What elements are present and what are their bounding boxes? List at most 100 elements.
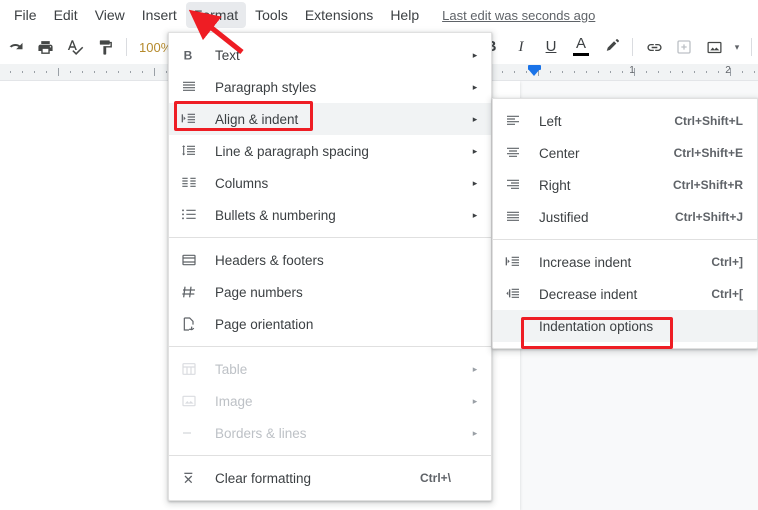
redo-icon[interactable] [2, 34, 28, 60]
ruler-tick [754, 71, 755, 73]
submenu-arrow-icon: ▸ [472, 145, 478, 156]
menu-item-label: Text [215, 47, 240, 63]
menu-item-image: Image ▸ [169, 385, 491, 417]
menu-separator [169, 237, 491, 238]
menu-bar-item-tools[interactable]: Tools [247, 2, 296, 28]
ruler-tick [22, 71, 23, 73]
menu-item-indentation-options[interactable]: Indentation options [493, 310, 757, 342]
menu-item-shortcut: Ctrl+Shift+R [672, 178, 743, 192]
ruler-tick [526, 71, 527, 73]
ruler-tick [718, 71, 719, 73]
submenu-arrow-icon: ▸ [472, 177, 478, 188]
ruler-tick [34, 71, 35, 73]
menu-bar-item-format[interactable]: Format [185, 2, 247, 28]
menu-item-line-paragraph-spacing[interactable]: Line & paragraph spacing ▸ [169, 135, 491, 167]
menu-item-align-indent[interactable]: Align & indent ▸ [169, 103, 491, 135]
menu-item-shortcut: Ctrl+[ [711, 287, 743, 301]
menu-item-page-orientation[interactable]: Page orientation [169, 308, 491, 340]
indent-marker-triangle [528, 69, 540, 76]
submenu-arrow-icon: ▸ [472, 363, 478, 374]
insert-link-icon[interactable] [641, 34, 667, 60]
submenu-arrow-icon: ▸ [472, 49, 478, 60]
spelling-check-icon[interactable] [62, 34, 88, 60]
menu-item-text[interactable]: B Text ▸ [169, 39, 491, 71]
menu-bar-item-file[interactable]: File [6, 2, 45, 28]
ruler-tick [58, 68, 59, 76]
ruler-tick [742, 71, 743, 73]
image-icon [181, 391, 211, 411]
ruler-tick [502, 71, 503, 73]
insert-image-icon[interactable] [701, 34, 727, 60]
menu-item-shortcut: Ctrl+Shift+L [674, 114, 743, 128]
italic-button[interactable]: I [508, 34, 534, 60]
menu-item-decrease-indent[interactable]: Decrease indent Ctrl+[ [493, 278, 757, 310]
menu-item-label: Headers & footers [215, 252, 324, 268]
menu-bar-item-help[interactable]: Help [382, 2, 427, 28]
paragraph-styles-icon [181, 77, 211, 97]
menu-item-label: Table [215, 361, 248, 377]
ruler-tick [694, 71, 695, 73]
menu-item-paragraph-styles[interactable]: Paragraph styles ▸ [169, 71, 491, 103]
format-menu: B Text ▸ Paragraph styles ▸ Align & indent ▸ Li… [168, 32, 492, 501]
menu-item-label: Center [539, 145, 580, 161]
print-icon[interactable] [32, 34, 58, 60]
add-comment-icon[interactable] [671, 34, 697, 60]
ruler-tick [598, 71, 599, 73]
menu-item-right[interactable]: Right Ctrl+Shift+R [493, 169, 757, 201]
menu-item-left[interactable]: Left Ctrl+Shift+L [493, 105, 757, 137]
underline-button[interactable]: U [538, 34, 564, 60]
menu-item-label: Align & indent [215, 111, 299, 127]
text-color-button[interactable]: A [568, 34, 594, 60]
menu-separator [493, 239, 757, 240]
ruler-tick [646, 71, 647, 73]
increase-indent-icon [505, 252, 535, 272]
menu-item-headers-footers[interactable]: Headers & footers [169, 244, 491, 276]
menu-item-columns[interactable]: Columns ▸ [169, 167, 491, 199]
highlight-color-button[interactable] [598, 34, 624, 60]
align-left-icon [505, 111, 535, 131]
columns-icon [181, 173, 211, 193]
headers-footers-icon [181, 250, 211, 270]
line-spacing-icon [181, 141, 211, 161]
ruler-number: 2 [725, 65, 731, 76]
menu-separator [169, 346, 491, 347]
ruler-tick [562, 71, 563, 73]
menu-item-shortcut: Ctrl+] [711, 255, 743, 269]
ruler-tick [46, 71, 47, 73]
ruler-tick [10, 71, 11, 73]
menu-bar-item-extensions[interactable]: Extensions [297, 2, 381, 28]
ruler-tick [118, 71, 119, 73]
menu-item-label: Increase indent [539, 254, 632, 270]
align-indent-icon [181, 109, 211, 129]
menu-item-page-numbers[interactable]: Page numbers [169, 276, 491, 308]
align-justify-icon [505, 207, 535, 227]
ruler-tick [70, 71, 71, 73]
ruler-tick [94, 71, 95, 73]
menu-bar-items: File Edit View Insert Format Tools Extensions H… [6, 2, 428, 28]
menu-item-clear-formatting[interactable]: Clear formatting Ctrl+\ [169, 462, 491, 494]
menu-item-center[interactable]: Center Ctrl+Shift+E [493, 137, 757, 169]
ruler-tick [550, 71, 551, 73]
submenu-arrow-icon: ▸ [472, 81, 478, 92]
text-color-swatch [573, 53, 589, 56]
ruler-tick [142, 71, 143, 73]
image-options-chevron-icon[interactable]: ▾ [731, 34, 743, 60]
paint-format-icon[interactable] [92, 34, 118, 60]
ruler-tick [610, 71, 611, 73]
toolbar-divider-4 [751, 38, 752, 56]
menu-item-label: Left [539, 113, 562, 129]
menu-item-increase-indent[interactable]: Increase indent Ctrl+] [493, 246, 757, 278]
menu-bar-item-edit[interactable]: Edit [46, 2, 86, 28]
menu-item-borders-lines: Borders & lines ▸ [169, 417, 491, 449]
menu-bar-item-view[interactable]: View [87, 2, 133, 28]
ruler-tick [670, 71, 671, 73]
menu-item-label: Paragraph styles [215, 79, 317, 95]
submenu-arrow-icon: ▸ [472, 209, 478, 220]
menu-item-justified[interactable]: Justified Ctrl+Shift+J [493, 201, 757, 233]
left-indent-marker[interactable] [528, 65, 541, 78]
menu-item-label: Columns [215, 175, 269, 191]
menu-item-bullets-numbering[interactable]: Bullets & numbering ▸ [169, 199, 491, 231]
menu-bar-item-insert[interactable]: Insert [134, 2, 185, 28]
ruler-tick [82, 71, 83, 73]
last-edit-status[interactable]: Last edit was seconds ago [442, 8, 595, 23]
